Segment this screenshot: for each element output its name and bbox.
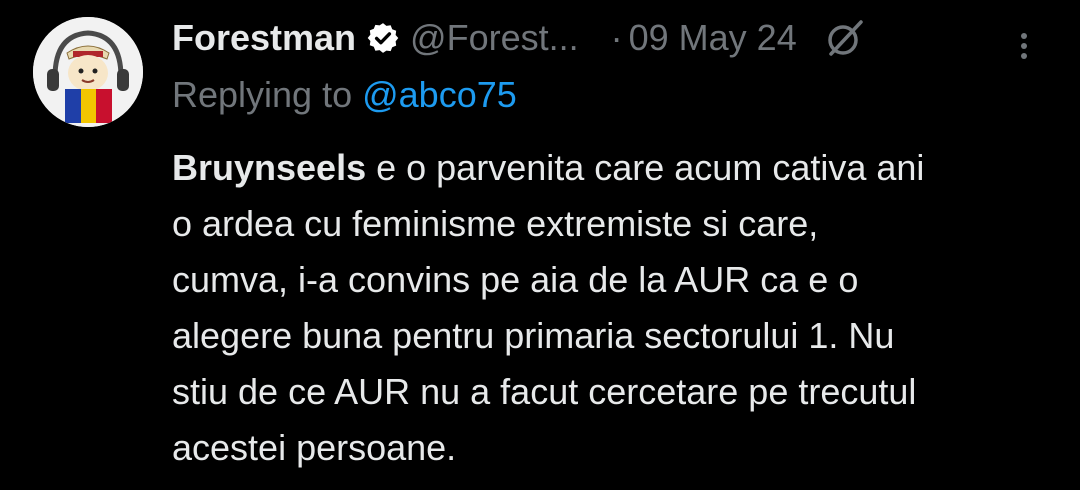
body-line-text: e o parvenita care acum cativa ani — [366, 147, 925, 188]
post-date[interactable]: 09 May 24 — [629, 17, 797, 59]
reply-tweet[interactable]: Forestman @Forest... · 09 May 24 Replyin… — [0, 0, 1080, 490]
tweet-body-line: o ardea cu feminisme extremiste si care, — [172, 203, 819, 244]
separator-dot: · — [610, 17, 623, 58]
avatar[interactable] — [33, 17, 143, 127]
replying-to-mention[interactable]: @abco75 — [362, 74, 517, 115]
author-name[interactable]: Forestman — [172, 17, 356, 59]
avatar-image — [33, 17, 143, 127]
tweet-header: Forestman @Forest... · 09 May 24 — [172, 12, 1052, 64]
tweet-body-line: alegere buna pentru primaria sectorului … — [172, 315, 895, 356]
tweet-content: Forestman @Forest... · 09 May 24 Replyin… — [172, 12, 1052, 476]
grok-icon[interactable] — [823, 16, 867, 60]
tweet-body-line: stiu de ce AUR nu a facut cercetare pe t… — [172, 371, 917, 412]
replying-to: Replying to @abco75 — [172, 74, 1052, 122]
author-handle[interactable]: @Forest... — [410, 17, 579, 59]
verified-badge-icon — [366, 21, 400, 55]
more-options-icon[interactable] — [1014, 28, 1034, 64]
body-bold-name: Bruynseels — [172, 147, 367, 188]
replying-prefix: Replying to — [172, 74, 363, 115]
tweet-body-line: cumva, i-a convins pe aia de la AUR ca e… — [172, 259, 859, 300]
tweet-body: Bruynseels e o parvenita care acum cativ… — [172, 140, 1052, 476]
tweet-body-line: acestei persoane. — [172, 427, 457, 468]
tweet-body-line: Bruynseels e o parvenita care acum cativ… — [172, 140, 1052, 196]
